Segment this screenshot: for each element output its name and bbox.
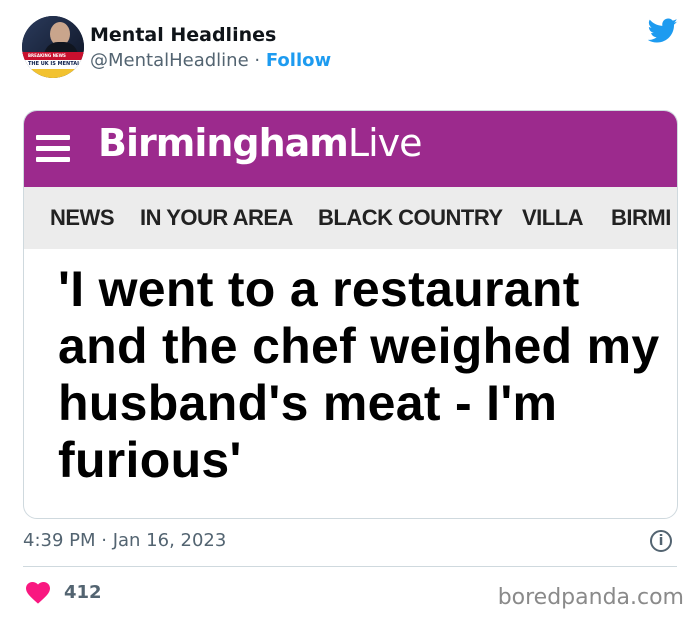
follow-button[interactable]: Follow: [266, 50, 331, 71]
author-handle-row: @MentalHeadline · Follow: [90, 50, 331, 71]
avatar-ticker-strip: [22, 69, 84, 78]
nav-item-birmi: BIRMI: [611, 205, 671, 230]
author-display-name[interactable]: Mental Headlines: [90, 24, 276, 46]
boredpanda-watermark: boredpanda.com: [497, 585, 684, 610]
author-handle[interactable]: @MentalHeadline: [90, 50, 249, 71]
article-nav-bar: NEWS IN YOUR AREA BLACK COUNTRY VILLA BI…: [24, 187, 677, 249]
nav-item-in-your-area: IN YOUR AREA: [140, 205, 293, 230]
birminghamlive-logo: BirminghamLive: [98, 121, 423, 165]
article-screenshot-card[interactable]: BirminghamLive NEWS IN YOUR AREA BLACK C…: [23, 110, 678, 519]
avatar[interactable]: BREAKING NEWS THE UK IS MENTAL: [22, 16, 84, 78]
brand-bold-text: Birmingham: [98, 121, 349, 165]
nav-item-news: NEWS: [50, 205, 115, 230]
hamburger-menu-icon: [36, 135, 70, 163]
twitter-bird-icon[interactable]: [648, 18, 678, 44]
info-icon[interactable]: i: [650, 530, 672, 552]
avatar-caption-strip: THE UK IS MENTAL: [22, 60, 84, 69]
avatar-breaking-strip: BREAKING NEWS: [22, 52, 84, 60]
birminghamlive-header-bar: BirminghamLive: [24, 111, 677, 187]
separator-dot: ·: [254, 50, 261, 71]
nav-item-villa: VILLA: [522, 205, 584, 230]
divider: [23, 566, 677, 567]
heart-icon[interactable]: [26, 582, 50, 604]
nav-item-black-country: BLACK COUNTRY: [318, 205, 503, 230]
article-headline: 'I went to a restaurant and the chef wei…: [58, 261, 660, 488]
like-count: 412: [64, 582, 102, 603]
tweet-timestamp[interactable]: 4:39 PM · Jan 16, 2023: [23, 530, 226, 551]
tweet-header: BREAKING NEWS THE UK IS MENTAL Mental He…: [22, 16, 682, 80]
brand-light-text: Live: [347, 121, 423, 165]
